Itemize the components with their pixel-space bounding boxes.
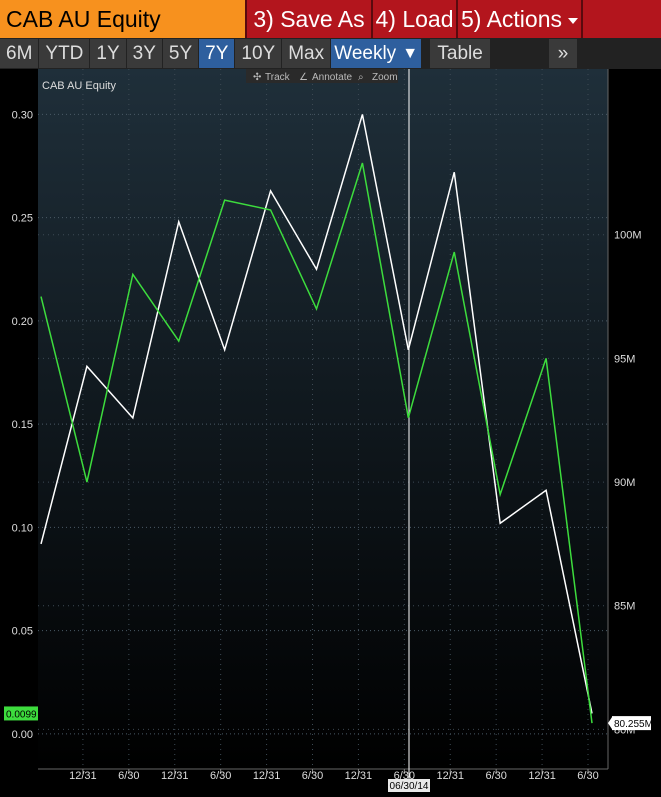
chart-area: ✣ Track ∠ Annotate ⌕ Zoom CAB AU Equity … bbox=[0, 69, 661, 797]
right-y-axis: 100M95M90M85M80M bbox=[607, 69, 642, 769]
left-tick-label: 0.25 bbox=[12, 213, 33, 225]
actions-label: 5) Actions bbox=[461, 5, 562, 32]
chart-toolbar: ✣ Track ∠ Annotate ⌕ Zoom bbox=[246, 69, 398, 83]
weekly-dropdown[interactable]: Weekly ▼ bbox=[331, 39, 422, 68]
zoom-icon: ⌕ bbox=[358, 72, 364, 83]
more-button[interactable]: » bbox=[549, 39, 577, 68]
track-tool[interactable]: Track bbox=[265, 72, 291, 83]
last-value-left: 0.0099 bbox=[6, 709, 37, 720]
save-as-button[interactable]: 3) Save As bbox=[245, 0, 371, 38]
right-tick-label: 100M bbox=[614, 230, 642, 242]
x-tick-label: 6/30 bbox=[302, 770, 323, 782]
x-axis: 12/31 6/30 12/31 6/30 12/31 6/30 12/31 6/30 12/3… bbox=[38, 768, 608, 782]
top-bar: CAB AU Equity 3) Save As 4) Load 5) Acti… bbox=[0, 0, 661, 38]
left-y-axis: 0.30 0.25 0.20 0.15 0.10 0.05 0.00 bbox=[12, 109, 33, 740]
x-tick-label: 12/31 bbox=[436, 770, 464, 782]
tab-1y[interactable]: 1Y bbox=[90, 39, 126, 68]
tab-max[interactable]: Max bbox=[282, 39, 331, 68]
weekly-label: Weekly bbox=[334, 42, 397, 64]
last-value-right-pointer bbox=[608, 717, 612, 730]
annotate-tool[interactable]: Annotate bbox=[312, 72, 352, 83]
security-title[interactable]: CAB AU Equity bbox=[0, 0, 245, 38]
tab-ytd[interactable]: YTD bbox=[39, 39, 90, 68]
tab-3y[interactable]: 3Y bbox=[126, 39, 162, 68]
right-tick-label: 85M bbox=[614, 601, 635, 613]
x-tick-label: 12/31 bbox=[345, 770, 373, 782]
annotate-icon: ∠ bbox=[299, 72, 308, 83]
right-tick-label: 90M bbox=[614, 477, 635, 489]
dropdown-triangle-icon: ▼ bbox=[402, 44, 419, 62]
dropdown-arrow-icon bbox=[568, 17, 578, 24]
x-tick-label: 12/31 bbox=[253, 770, 281, 782]
crosshair-date-label: 06/30/14 bbox=[390, 781, 429, 792]
range-tab-bar: 6M YTD 1Y 3Y 5Y 7Y 10Y Max Weekly ▼ Tabl… bbox=[0, 38, 661, 69]
plot-background bbox=[38, 69, 608, 769]
tab-7y[interactable]: 7Y bbox=[199, 39, 235, 68]
left-tick-label: 0.05 bbox=[12, 626, 33, 638]
left-tick-label: 0.00 bbox=[12, 729, 33, 741]
x-tick-label: 6/30 bbox=[577, 770, 598, 782]
last-value-right: 80.255M bbox=[614, 719, 653, 730]
tab-6m[interactable]: 6M bbox=[0, 39, 39, 68]
x-tick-label: 12/31 bbox=[69, 770, 97, 782]
top-bar-filler bbox=[581, 0, 661, 38]
table-button[interactable]: Table bbox=[430, 39, 491, 68]
x-tick-label: 6/30 bbox=[210, 770, 231, 782]
left-tick-label: 0.15 bbox=[12, 419, 33, 431]
chart-title: CAB AU Equity bbox=[42, 80, 116, 92]
x-tick-label: 12/31 bbox=[161, 770, 189, 782]
left-tick-label: 0.10 bbox=[12, 522, 33, 534]
tab-10y[interactable]: 10Y bbox=[235, 39, 282, 68]
x-tick-label: 12/31 bbox=[528, 770, 556, 782]
left-tick-label: 0.30 bbox=[12, 109, 33, 121]
left-tick-label: 0.20 bbox=[12, 316, 33, 328]
zoom-tool[interactable]: Zoom bbox=[372, 72, 398, 83]
actions-button[interactable]: 5) Actions bbox=[456, 0, 581, 38]
price-chart[interactable]: ✣ Track ∠ Annotate ⌕ Zoom CAB AU Equity … bbox=[0, 69, 661, 797]
load-button[interactable]: 4) Load bbox=[371, 0, 456, 38]
tab-5y[interactable]: 5Y bbox=[162, 39, 199, 68]
track-icon: ✣ bbox=[253, 72, 261, 83]
x-tick-label: 6/30 bbox=[485, 770, 506, 782]
right-tick-label: 95M bbox=[614, 353, 635, 365]
x-tick-label: 6/30 bbox=[118, 770, 139, 782]
